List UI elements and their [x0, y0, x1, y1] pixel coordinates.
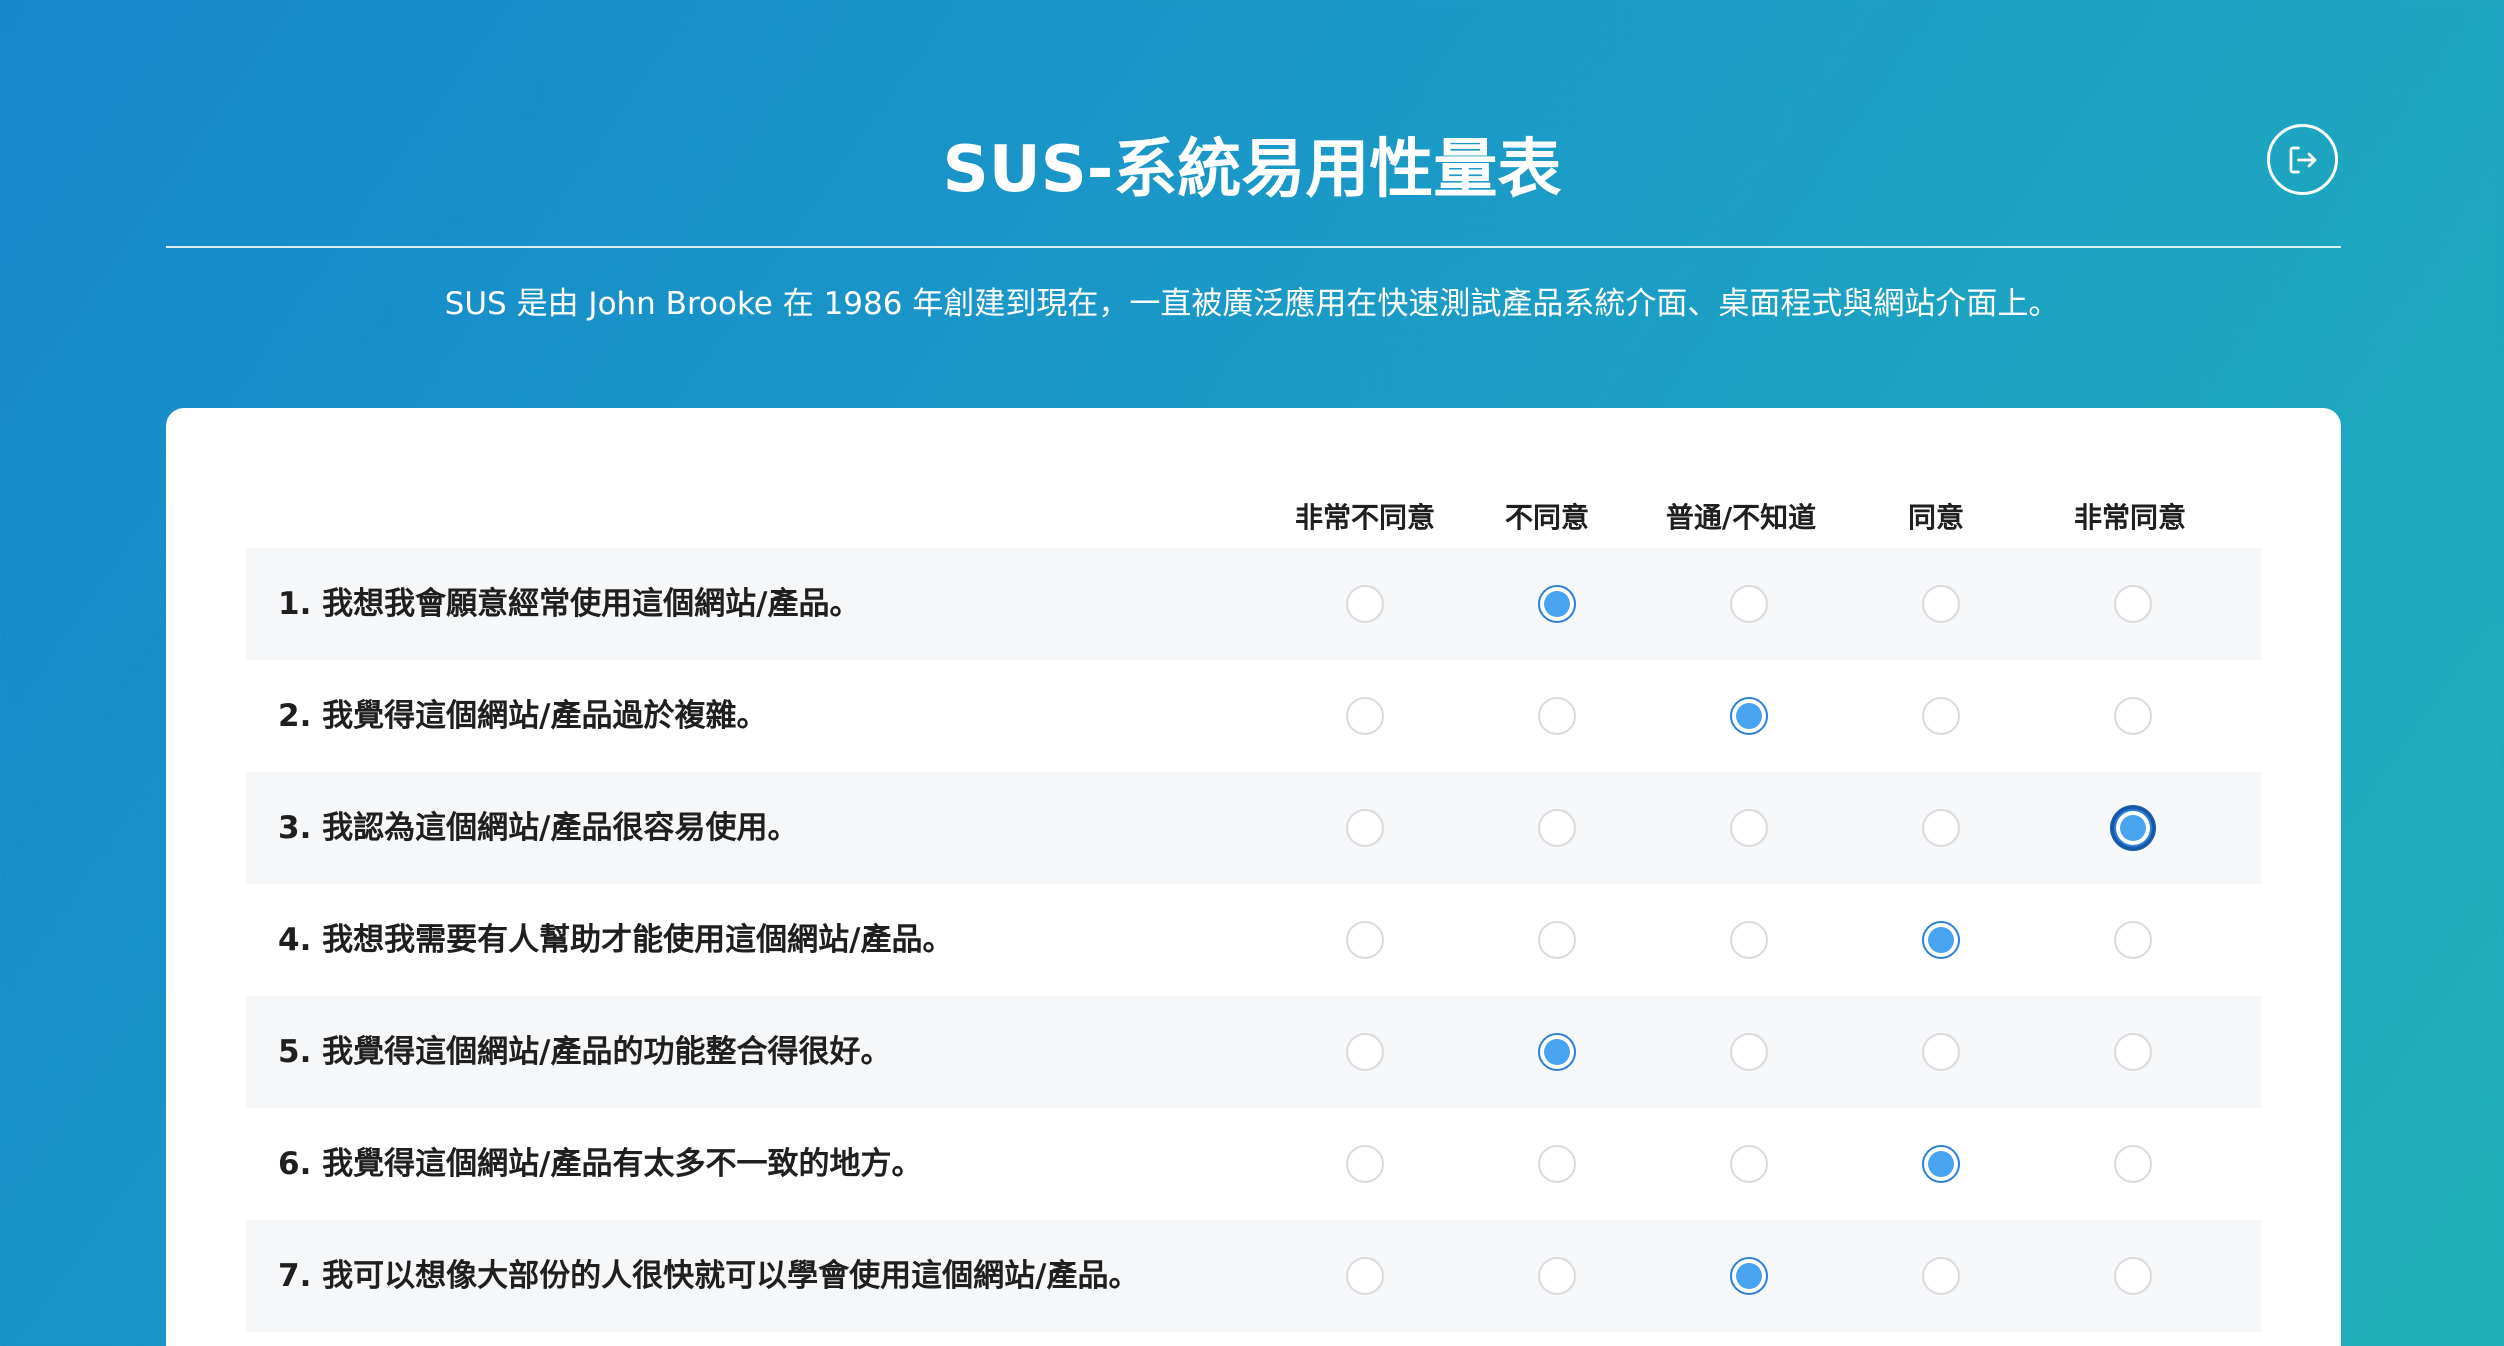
question-text: 2. 我覺得這個網站/產品過於複雜。 [278, 698, 768, 734]
radio-q5-option-4[interactable] [1922, 1033, 1960, 1071]
survey-card: 非常不同意 不同意 普通/不知道 同意 非常同意 1. 我想我會願意經常使用這個… [166, 408, 2341, 1346]
radio-q1-option-2[interactable] [1538, 585, 1576, 623]
radio-q7-option-5[interactable] [2114, 1257, 2152, 1295]
radio-q6-option-1[interactable] [1346, 1145, 1384, 1183]
radio-q1-option-4[interactable] [1922, 585, 1960, 623]
radio-q7-option-3[interactable] [1730, 1257, 1768, 1295]
scale-header-neutral: 普通/不知道 [1665, 501, 1817, 534]
radio-q7-option-2[interactable] [1538, 1257, 1576, 1295]
scale-header-strongly-agree: 非常同意 [2073, 501, 2186, 534]
radio-q6-option-5[interactable] [2114, 1145, 2152, 1183]
question-list: 1. 我想我會願意經常使用這個網站/產品。 2. 我覺得這個網站/產品過於複雜。 3… [246, 548, 2261, 1332]
radio-q5-option-3[interactable] [1730, 1033, 1768, 1071]
question-text: 4. 我想我需要有人幫助才能使用這個網站/產品。 [278, 922, 954, 958]
radio-q3-option-1[interactable] [1346, 809, 1384, 847]
radio-q1-option-5[interactable] [2114, 585, 2152, 623]
question-row: 5. 我覺得這個網站/產品的功能整合得很好。 [246, 996, 2261, 1108]
question-text: 1. 我想我會願意經常使用這個網站/產品。 [278, 586, 861, 622]
question-text: 5. 我覺得這個網站/產品的功能整合得很好。 [278, 1034, 892, 1070]
question-row: 6. 我覺得這個網站/產品有太多不一致的地方。 [246, 1108, 2261, 1220]
radio-q7-option-1[interactable] [1346, 1257, 1384, 1295]
radio-q5-option-2[interactable] [1538, 1033, 1576, 1071]
radio-q4-option-2[interactable] [1538, 921, 1576, 959]
scale-header-disagree: 不同意 [1504, 501, 1589, 534]
radio-q3-option-5[interactable] [2114, 809, 2152, 847]
question-text: 7. 我可以想像大部份的人很快就可以學會使用這個網站/產品。 [278, 1258, 1140, 1294]
logout-icon [2289, 146, 2316, 173]
radio-q2-option-2[interactable] [1538, 697, 1576, 735]
radio-q2-option-3[interactable] [1730, 697, 1768, 735]
question-row: 7. 我可以想像大部份的人很快就可以學會使用這個網站/產品。 [246, 1220, 2261, 1332]
radio-q2-option-1[interactable] [1346, 697, 1384, 735]
radio-q1-option-3[interactable] [1730, 585, 1768, 623]
radio-q6-option-4[interactable] [1922, 1145, 1960, 1183]
radio-q2-option-4[interactable] [1922, 697, 1960, 735]
question-row: 4. 我想我需要有人幫助才能使用這個網站/產品。 [246, 884, 2261, 996]
logout-button[interactable] [2267, 124, 2338, 195]
radio-q5-option-1[interactable] [1346, 1033, 1384, 1071]
question-text: 6. 我覺得這個網站/產品有太多不一致的地方。 [278, 1146, 923, 1182]
radio-q6-option-3[interactable] [1730, 1145, 1768, 1183]
header-divider [166, 246, 2341, 248]
question-row: 3. 我認為這個網站/產品很容易使用。 [246, 772, 2261, 884]
radio-q7-option-4[interactable] [1922, 1257, 1960, 1295]
radio-q4-option-5[interactable] [2114, 921, 2152, 959]
radio-q3-option-4[interactable] [1922, 809, 1960, 847]
question-text: 3. 我認為這個網站/產品很容易使用。 [278, 810, 799, 846]
radio-q5-option-5[interactable] [2114, 1033, 2152, 1071]
radio-q2-option-5[interactable] [2114, 697, 2152, 735]
page-title: SUS-系統易用性量表 [942, 133, 1562, 207]
question-row: 1. 我想我會願意經常使用這個網站/產品。 [246, 548, 2261, 660]
radio-q3-option-2[interactable] [1538, 809, 1576, 847]
scale-header-agree: 同意 [1907, 501, 1964, 534]
scale-header-row: 非常不同意 不同意 普通/不知道 同意 非常同意 [166, 496, 2341, 540]
radio-q4-option-3[interactable] [1730, 921, 1768, 959]
radio-q6-option-2[interactable] [1538, 1145, 1576, 1183]
radio-q3-option-3[interactable] [1730, 809, 1768, 847]
page-subtitle: SUS 是由 John Brooke 在 1986 年創建到現在，一直被廣泛應用… [444, 286, 2060, 322]
radio-q4-option-4[interactable] [1922, 921, 1960, 959]
question-row: 2. 我覺得這個網站/產品過於複雜。 [246, 660, 2261, 772]
radio-q4-option-1[interactable] [1346, 921, 1384, 959]
radio-q1-option-1[interactable] [1346, 585, 1384, 623]
